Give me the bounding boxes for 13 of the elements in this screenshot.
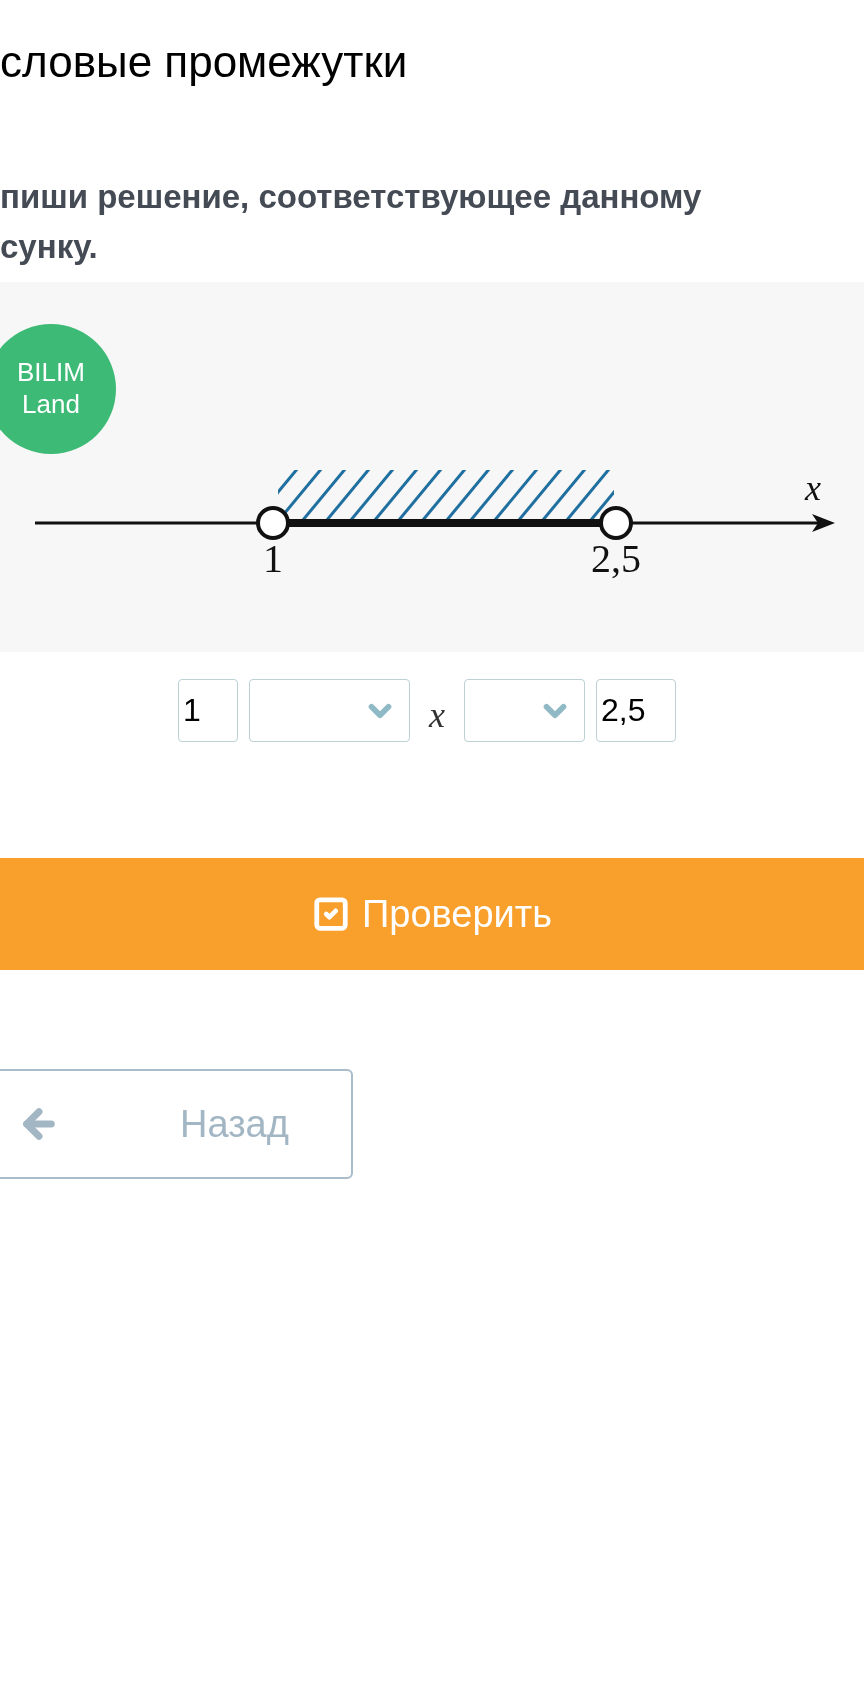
page-title: словые промежутки: [0, 36, 409, 84]
instruction-text: пиши решение, соответствующее данному: [0, 177, 703, 217]
answer-field[interactable]: 2,5: [596, 679, 676, 742]
dropdown[interactable]: [249, 679, 410, 742]
answer-field[interactable]: 1: [178, 679, 238, 742]
axis-label: x: [805, 468, 821, 508]
checkbox-icon: [311, 895, 350, 933]
point-label: 1: [263, 536, 283, 581]
variable-label: x: [429, 693, 445, 737]
dropdown[interactable]: [464, 679, 585, 742]
instruction-text: сунку.: [0, 227, 99, 267]
point-label: 2,5: [591, 536, 641, 581]
logo: BILIM Land: [0, 324, 116, 454]
